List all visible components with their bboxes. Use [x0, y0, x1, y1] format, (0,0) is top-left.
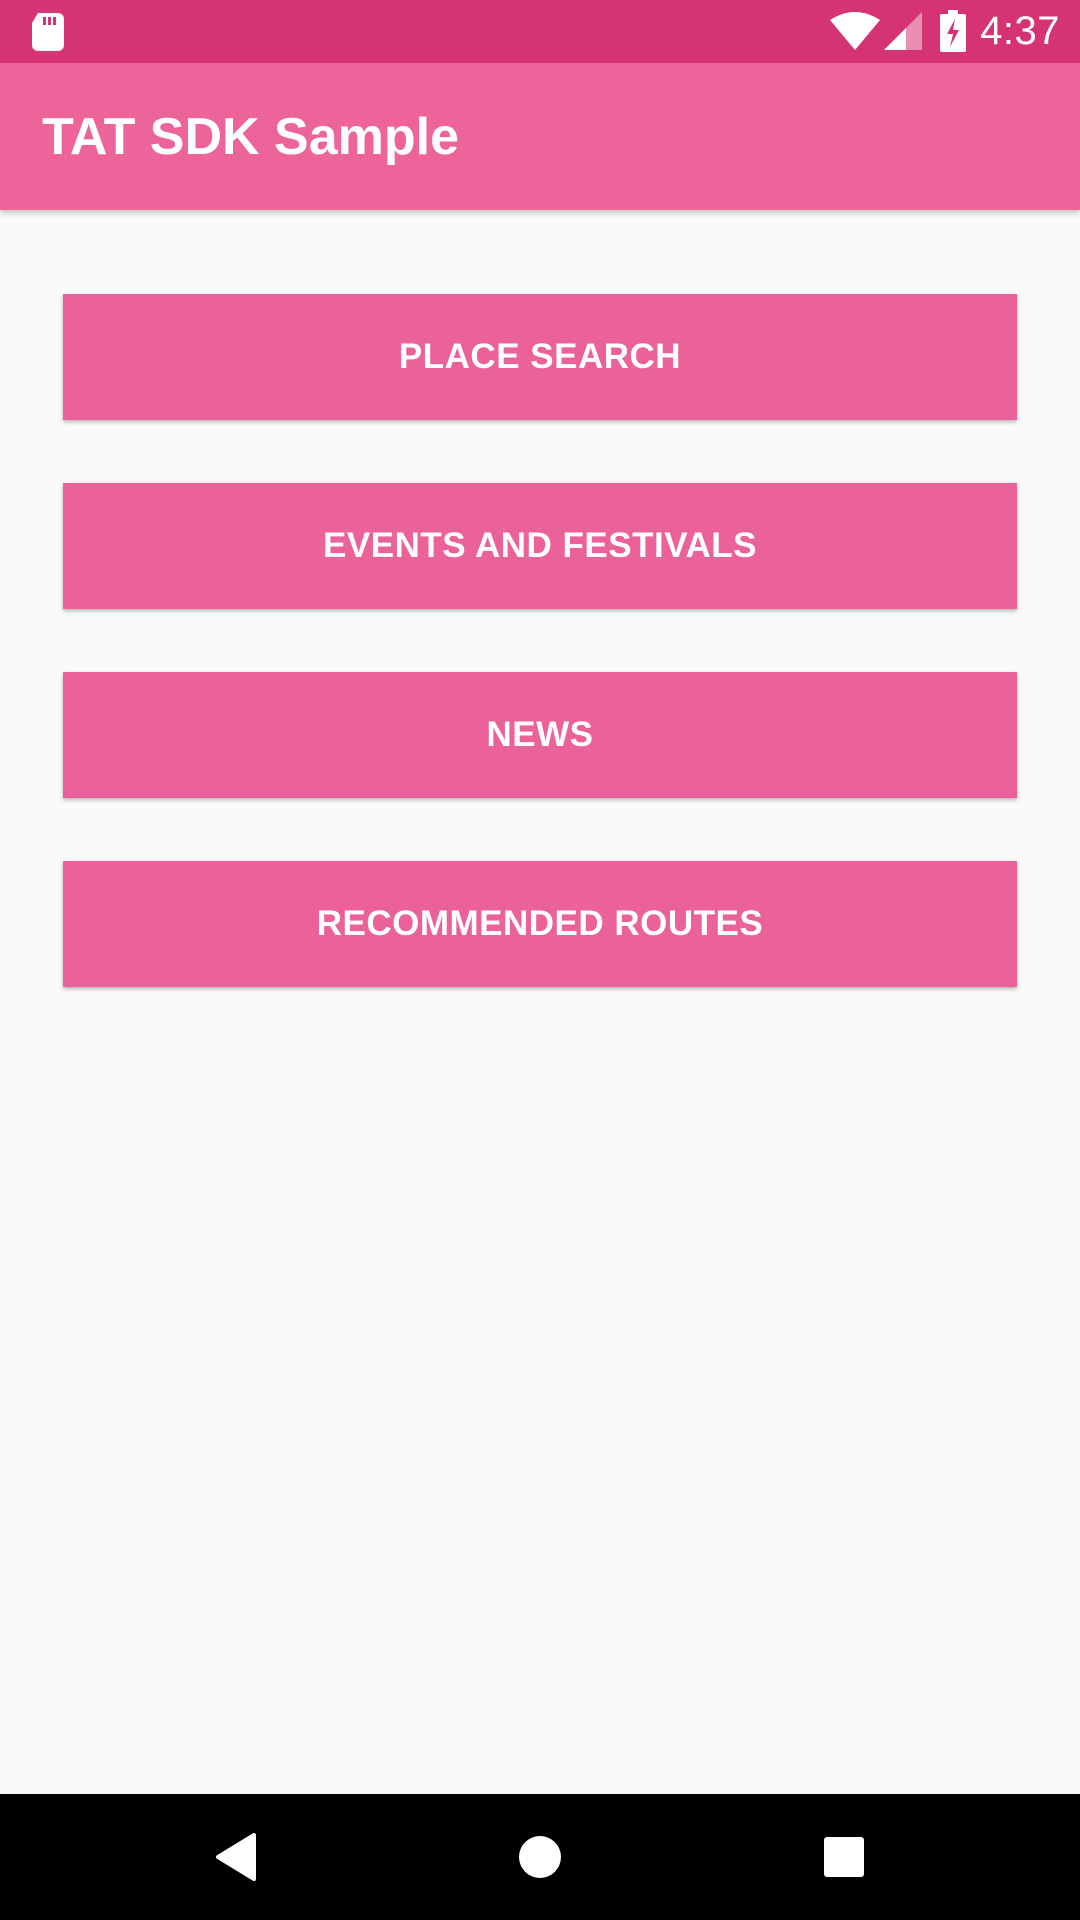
app-bar: TAT SDK Sample — [0, 63, 1080, 210]
place-search-button[interactable]: PLACE SEARCH — [63, 294, 1017, 420]
main-content: PLACE SEARCH EVENTS AND FESTIVALS NEWS R… — [0, 210, 1080, 1794]
nav-home-button[interactable] — [508, 1825, 572, 1889]
battery-charging-icon — [940, 10, 966, 52]
events-and-festivals-button[interactable]: EVENTS AND FESTIVALS — [63, 483, 1017, 609]
nav-back-button[interactable] — [204, 1825, 268, 1889]
nav-recents-button[interactable] — [812, 1825, 876, 1889]
cell-signal-icon — [884, 12, 922, 50]
news-button[interactable]: NEWS — [63, 672, 1017, 798]
status-clock: 4:37 — [980, 9, 1060, 53]
back-icon — [216, 1833, 256, 1881]
status-bar: 4:37 — [0, 0, 1080, 63]
wifi-icon — [830, 12, 880, 50]
recommended-routes-button[interactable]: RECOMMENDED ROUTES — [63, 861, 1017, 987]
home-icon — [519, 1836, 561, 1878]
recents-icon — [824, 1837, 864, 1877]
navigation-bar — [0, 1794, 1080, 1920]
sd-card-icon — [32, 13, 64, 51]
app-title: TAT SDK Sample — [42, 108, 460, 166]
